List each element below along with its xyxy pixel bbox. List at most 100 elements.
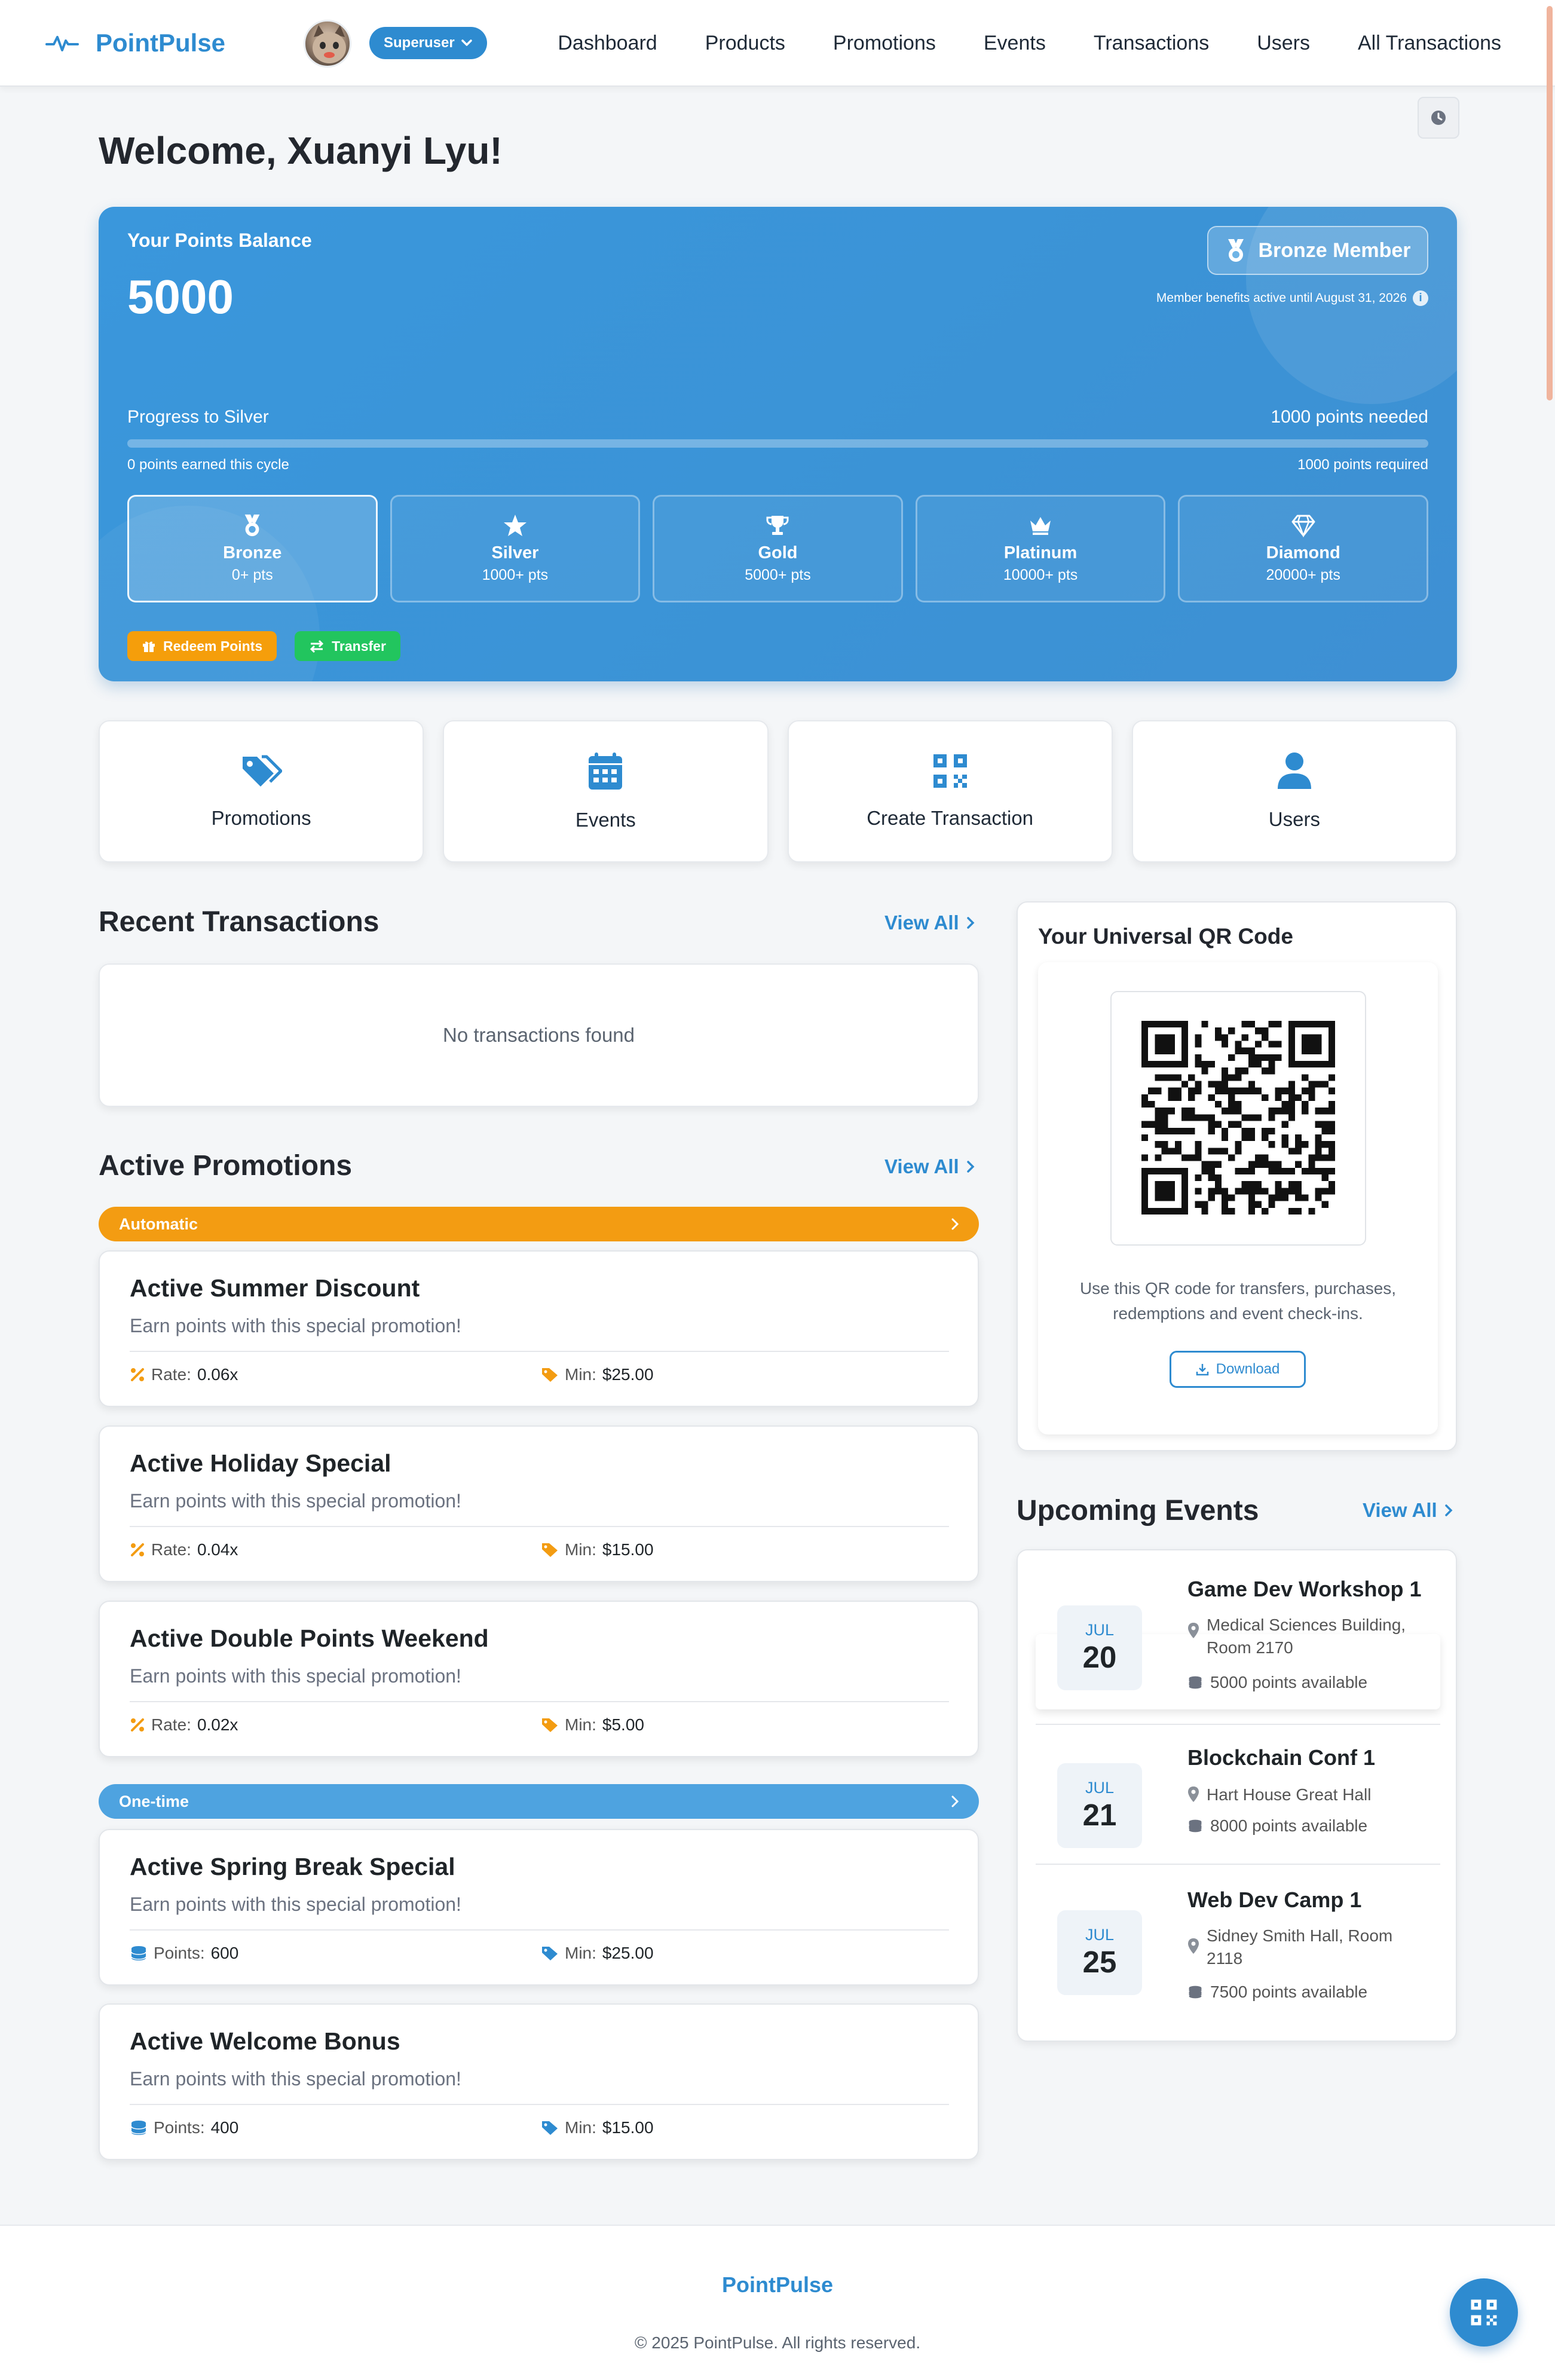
coins-icon xyxy=(131,2121,146,2135)
promo-group-automatic[interactable]: Automatic xyxy=(99,1207,979,1241)
nav-link-promotions[interactable]: Promotions xyxy=(833,32,936,55)
view-all-label: View All xyxy=(884,911,959,934)
trophy-icon xyxy=(766,516,789,535)
info-icon[interactable]: i xyxy=(1413,290,1428,306)
event-month: JUL xyxy=(1085,1779,1114,1797)
promotion-description: Earn points with this special promotion! xyxy=(130,1665,461,1687)
promotion-card[interactable]: Active Double Points Weekend Earn points… xyxy=(99,1601,979,1757)
promotion-min: Min: $15.00 xyxy=(541,1540,654,1559)
percent-icon xyxy=(131,1543,144,1556)
tier-points: 5000+ pts xyxy=(745,567,811,583)
diamond-icon xyxy=(1291,515,1315,537)
download-qr-button[interactable]: Download xyxy=(1170,1351,1306,1388)
points-balance-label: Your Points Balance xyxy=(127,230,312,251)
tier-points: 10000+ pts xyxy=(1003,567,1078,583)
user-icon xyxy=(1277,752,1311,789)
footer-copyright: © 2025 PointPulse. All rights reserved. xyxy=(634,2333,921,2352)
promotion-description: Earn points with this special promotion! xyxy=(130,1490,461,1512)
event-month: JUL xyxy=(1085,1621,1114,1639)
tier-bronze: Bronze 0+ pts xyxy=(127,495,378,602)
top-navbar: PointPulse Superuser Dashboard Products … xyxy=(0,0,1555,87)
event-item[interactable]: JUL 25 Web Dev Camp 1 Sidney Smith Hall,… xyxy=(1036,1877,1440,2026)
promotion-title: Active Spring Break Special xyxy=(130,1853,455,1880)
upcoming-events-card: JUL 20 Game Dev Workshop 1 Medical Scien… xyxy=(1017,1549,1457,2042)
gift-icon xyxy=(143,641,155,652)
tag-icon xyxy=(542,2121,558,2135)
tier-badge-label: Bronze Member xyxy=(1258,238,1411,262)
tier-name: Silver xyxy=(491,543,539,562)
event-points-text: 7500 points available xyxy=(1210,1983,1368,2001)
active-promotions-view-all[interactable]: View All xyxy=(884,1155,975,1178)
chevron-down-icon xyxy=(461,39,472,46)
nav-link-transactions[interactable]: Transactions xyxy=(1094,32,1209,55)
recent-transactions-view-all[interactable]: View All xyxy=(884,911,975,934)
nav-link-users[interactable]: Users xyxy=(1257,32,1310,55)
tag-icon xyxy=(542,1718,558,1732)
nav-link-events[interactable]: Events xyxy=(984,32,1046,55)
min-value: $15.00 xyxy=(602,1540,654,1559)
promotion-card[interactable]: Active Spring Break Special Earn points … xyxy=(99,1829,979,1986)
upcoming-events-title: Upcoming Events xyxy=(1017,1495,1259,1526)
rate-value: 0.06x xyxy=(197,1365,238,1384)
divider xyxy=(130,1526,949,1527)
promo-group-one-time[interactable]: One-time xyxy=(99,1784,979,1819)
divider xyxy=(130,1701,949,1702)
promotion-min: Min: $5.00 xyxy=(541,1715,644,1734)
event-points: 8000 points available xyxy=(1187,1815,1367,1837)
scrollbar-thumb[interactable] xyxy=(1547,6,1553,400)
welcome-heading: Welcome, Xuanyi Lyu! xyxy=(99,129,503,172)
rate-label: Rate: xyxy=(151,1540,191,1559)
promotion-title: Active Summer Discount xyxy=(130,1274,420,1302)
qr-code-image[interactable] xyxy=(1141,1021,1335,1215)
promotion-card[interactable]: Active Holiday Special Earn points with … xyxy=(99,1425,979,1582)
nav-link-all-transactions[interactable]: All Transactions xyxy=(1358,32,1501,55)
promotion-card[interactable]: Active Summer Discount Earn points with … xyxy=(99,1250,979,1407)
promo-group-label: One-time xyxy=(119,1792,189,1810)
percent-icon xyxy=(131,1368,144,1381)
quick-action-users[interactable]: Users xyxy=(1131,720,1457,862)
floating-qr-button[interactable] xyxy=(1450,2278,1518,2347)
divider xyxy=(130,1351,949,1352)
map-pin-icon xyxy=(1188,1623,1199,1638)
brand-name: PointPulse xyxy=(96,29,226,57)
brand-logo[interactable]: PointPulse xyxy=(45,24,225,62)
tier-badge: Bronze Member xyxy=(1207,226,1428,275)
event-item[interactable]: JUL 20 Game Dev Workshop 1 Medical Scien… xyxy=(1036,1570,1440,1713)
quick-action-create-transaction[interactable]: Create Transaction xyxy=(787,720,1113,862)
tier-points: 0+ pts xyxy=(231,567,273,583)
divider xyxy=(1036,1864,1440,1865)
promotion-rate: Rate: 0.04x xyxy=(130,1540,238,1559)
quick-action-events[interactable]: Events xyxy=(443,720,769,862)
role-label: Superuser xyxy=(384,35,455,51)
event-item[interactable]: JUL 21 Blockchain Conf 1 Hart House Grea… xyxy=(1036,1736,1440,1867)
quick-action-promotions[interactable]: Promotions xyxy=(99,720,424,862)
transfer-button[interactable]: Transfer xyxy=(295,631,400,661)
coins-icon xyxy=(1189,1676,1202,1689)
scrollbar[interactable] xyxy=(1544,0,1555,2380)
footer-brand[interactable]: PointPulse xyxy=(0,2272,1555,2298)
redeem-points-button[interactable]: Redeem Points xyxy=(127,631,277,661)
calendar-icon xyxy=(589,752,623,790)
event-location-text: Sidney Smith Hall, Room 2118 xyxy=(1207,1926,1393,1968)
upcoming-events-view-all[interactable]: View All xyxy=(1363,1499,1453,1522)
event-points-text: 8000 points available xyxy=(1210,1816,1368,1835)
tier-points: 1000+ pts xyxy=(482,567,549,583)
rate-value: 0.02x xyxy=(197,1715,238,1734)
promotion-title: Active Welcome Bonus xyxy=(130,2027,400,2055)
tier-silver: Silver 1000+ pts xyxy=(390,495,641,602)
nav-link-dashboard[interactable]: Dashboard xyxy=(558,32,657,55)
promotion-card[interactable]: Active Welcome Bonus Earn points with th… xyxy=(99,2003,979,2160)
medal-icon xyxy=(244,514,260,537)
promotion-points: Points: 600 xyxy=(130,1944,238,1963)
event-points: 7500 points available xyxy=(1187,1981,1367,2003)
history-button[interactable] xyxy=(1418,97,1459,139)
promotion-points: Points: 400 xyxy=(130,2118,238,2137)
avatar[interactable] xyxy=(304,20,351,68)
avatar-cat-image xyxy=(313,25,346,63)
benefits-note: Member benefits active until August 31, … xyxy=(1156,290,1428,306)
min-label: Min: xyxy=(565,1540,596,1559)
promotion-description: Earn points with this special promotion! xyxy=(130,2068,461,2090)
coins-icon xyxy=(131,1946,146,1960)
nav-link-products[interactable]: Products xyxy=(705,32,785,55)
role-dropdown[interactable]: Superuser xyxy=(369,27,487,59)
